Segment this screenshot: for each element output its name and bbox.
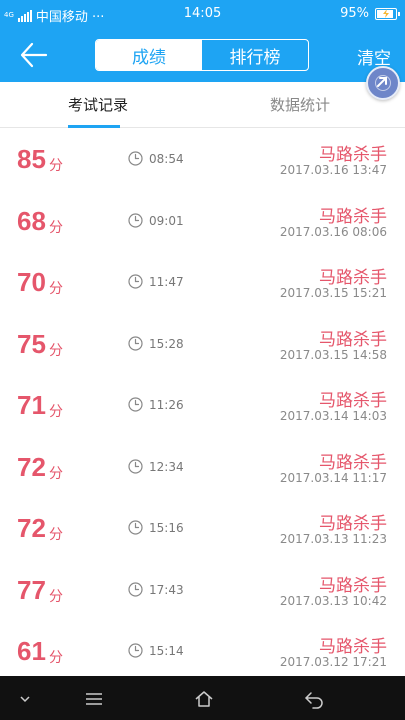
- score-unit: 分: [49, 465, 63, 482]
- score-value: 72: [17, 451, 46, 482]
- battery-percent: 95%: [340, 6, 369, 21]
- back-icon[interactable]: [303, 688, 325, 710]
- score-value: 75: [17, 328, 46, 359]
- chevron-down-icon[interactable]: [14, 688, 36, 710]
- records-list: 85 分 08:54 马路杀手 2017.03.16 13:47 68 分 09…: [0, 128, 405, 682]
- clock-icon: [128, 335, 143, 351]
- score-value: 72: [17, 513, 46, 543]
- record-date: 2017.03.16 13:47: [279, 163, 387, 177]
- record-row[interactable]: 72 分 15:16 马路杀手 2017.03.13 11:23: [0, 497, 405, 559]
- score-unit: 分: [49, 342, 63, 359]
- record-title: 马路杀手: [319, 452, 387, 473]
- record-row[interactable]: 61 分 15:14 马路杀手 2017.03.12 17:21: [0, 620, 405, 682]
- record-row[interactable]: 85 分 08:54 马路杀手 2017.03.16 13:47: [0, 128, 405, 190]
- record-title: 马路杀手: [319, 637, 387, 657]
- record-title: 马路杀手: [319, 514, 387, 534]
- record-date: 2017.03.13 10:42: [279, 593, 387, 608]
- record-date: 2017.03.13 11:23: [279, 532, 387, 546]
- record-title: 马路杀手: [319, 206, 387, 227]
- score-value: 68: [17, 205, 46, 236]
- clock-icon: [128, 212, 143, 228]
- segment-scores[interactable]: 成绩: [96, 40, 202, 70]
- score-unit: 分: [49, 588, 63, 605]
- clock-icon: [128, 274, 143, 289]
- score-unit: 分: [49, 281, 63, 297]
- score-unit: 分: [49, 219, 63, 236]
- tab-statistics[interactable]: 数据统计: [270, 94, 330, 115]
- exam-duration: 09:01: [149, 213, 184, 228]
- status-right: 95%: [340, 6, 400, 21]
- record-date: 2017.03.14 11:17: [279, 470, 387, 485]
- record-title: 马路杀手: [319, 145, 387, 165]
- score-value: 85: [17, 144, 46, 174]
- record-title: 马路杀手: [319, 391, 387, 411]
- score-value: 71: [17, 390, 46, 420]
- score-value: 77: [17, 574, 46, 605]
- nav-bar: 成绩 排行榜 清空: [0, 28, 405, 82]
- record-title: 马路杀手: [319, 575, 387, 596]
- tab-bar: 考试记录 数据统计: [0, 82, 405, 128]
- segment-control: 成绩 排行榜: [95, 39, 309, 71]
- score-value: 61: [17, 636, 46, 666]
- back-button[interactable]: [18, 40, 50, 70]
- clock-icon: [128, 458, 143, 474]
- menu-icon[interactable]: [83, 688, 105, 710]
- record-row[interactable]: 75 分 15:28 马路杀手 2017.03.15 14:58: [0, 313, 405, 375]
- record-row[interactable]: 68 分 09:01 马路杀手 2017.03.16 08:06: [0, 190, 405, 252]
- exam-duration: 15:16: [149, 521, 184, 535]
- record-title: 马路杀手: [319, 268, 387, 288]
- clock-icon: [128, 643, 143, 658]
- assistive-touch-icon: [375, 75, 391, 91]
- floating-assistive-button[interactable]: [366, 66, 400, 100]
- exam-duration: 15:14: [149, 644, 184, 658]
- record-date: 2017.03.15 15:21: [279, 286, 387, 300]
- record-date: 2017.03.15 14:58: [279, 347, 387, 362]
- tab-exam-records[interactable]: 考试记录: [68, 94, 128, 115]
- record-date: 2017.03.12 17:21: [279, 655, 387, 669]
- clock-icon: [128, 397, 143, 412]
- clock-icon: [128, 151, 143, 166]
- record-row[interactable]: 70 分 11:47 马路杀手 2017.03.15 15:21: [0, 251, 405, 313]
- exam-duration: 12:34: [149, 459, 184, 474]
- score-unit: 分: [49, 527, 63, 543]
- score-unit: 分: [49, 158, 63, 174]
- segment-ranking[interactable]: 排行榜: [202, 40, 308, 70]
- record-date: 2017.03.14 14:03: [279, 409, 387, 423]
- record-title: 马路杀手: [319, 329, 387, 350]
- score-unit: 分: [49, 404, 63, 420]
- status-bar: 4G 中国移动 ··· 14:05 95%: [0, 0, 405, 28]
- record-row[interactable]: 77 分 17:43 马路杀手 2017.03.13 10:42: [0, 559, 405, 621]
- clock-icon: [128, 520, 143, 535]
- record-row[interactable]: 71 分 11:26 马路杀手 2017.03.14 14:03: [0, 374, 405, 436]
- exam-duration: 17:43: [149, 582, 184, 597]
- home-icon[interactable]: [193, 688, 215, 710]
- battery-icon: [375, 7, 400, 20]
- score-unit: 分: [49, 650, 63, 666]
- clock-icon: [128, 581, 143, 597]
- exam-duration: 11:26: [149, 398, 184, 412]
- score-value: 70: [17, 267, 46, 297]
- arrow-left-icon: [20, 42, 48, 68]
- exam-duration: 11:47: [149, 275, 184, 289]
- exam-duration: 15:28: [149, 336, 184, 351]
- record-row[interactable]: 72 分 12:34 马路杀手 2017.03.14 11:17: [0, 436, 405, 498]
- system-nav-bar: [0, 676, 405, 720]
- exam-duration: 08:54: [149, 152, 184, 166]
- record-date: 2017.03.16 08:06: [279, 224, 387, 239]
